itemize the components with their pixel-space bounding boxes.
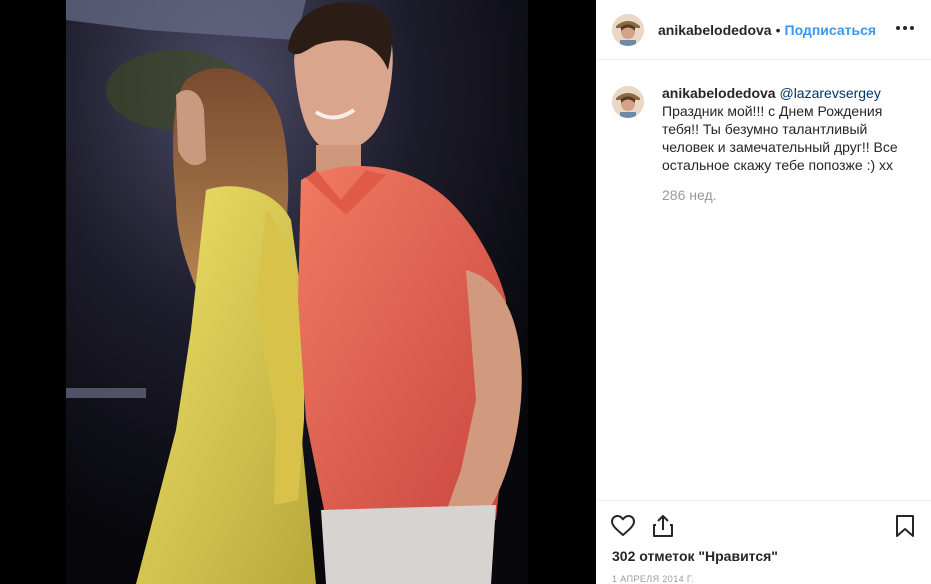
avatar[interactable]	[612, 13, 644, 46]
avatar-image	[612, 13, 644, 46]
caption-avatar[interactable]	[612, 86, 644, 118]
post-date: 1 АПРЕЛЯ 2014 Г.	[612, 574, 694, 584]
photo-illustration	[66, 0, 528, 584]
caption-username[interactable]: anikabelodedova	[662, 85, 776, 101]
bookmark-icon[interactable]	[892, 513, 918, 539]
follow-button[interactable]: Подписаться	[785, 22, 877, 38]
post-photo[interactable]	[66, 0, 528, 584]
avatar-image	[612, 86, 644, 118]
likes-count[interactable]: 302 отметок "Нравится"	[612, 548, 778, 564]
caption-comment: anikabelodedova @lazarevsergey Праздник …	[612, 84, 917, 204]
caption-text: Праздник мой!!! с Днем Рождения тебя!! Т…	[662, 103, 898, 173]
separator-dot: •	[775, 21, 781, 38]
post-photo-area	[0, 0, 596, 584]
post-header: anikabelodedova • Подписаться	[596, 0, 931, 60]
caption-time: 286 нед.	[662, 187, 717, 203]
post-actions-section: 302 отметок "Нравится" 1 АПРЕЛЯ 2014 Г.	[596, 500, 931, 584]
caption-text-block: anikabelodedova @lazarevsergey Праздник …	[662, 84, 912, 174]
caption-mention[interactable]: @lazarevsergey	[779, 85, 880, 101]
heart-icon[interactable]	[610, 513, 636, 539]
header-username[interactable]: anikabelodedova	[658, 22, 772, 38]
caption-body: anikabelodedova @lazarevsergey Праздник …	[662, 84, 912, 204]
more-options-icon[interactable]	[893, 16, 917, 40]
post-side-panel: anikabelodedova • Подписаться anikabelod…	[596, 0, 931, 584]
share-icon[interactable]	[650, 513, 676, 539]
